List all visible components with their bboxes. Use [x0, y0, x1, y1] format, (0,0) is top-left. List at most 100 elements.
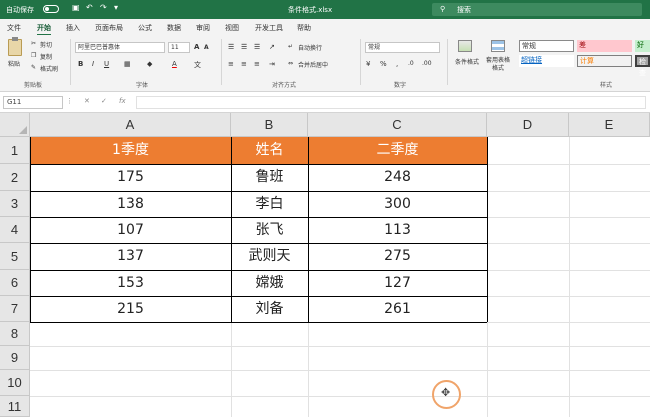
comma-style-icon[interactable]: , — [396, 60, 398, 68]
style-calculation[interactable]: 计算 — [577, 55, 632, 67]
row-header-9[interactable]: 9 — [0, 346, 30, 370]
style-hyperlink[interactable]: 超链接 — [519, 55, 574, 67]
cell-c7[interactable]: 261 — [308, 296, 487, 322]
cell-a2[interactable]: 175 — [30, 164, 231, 191]
cell-a7[interactable]: 215 — [30, 296, 231, 322]
align-top-icon[interactable]: ☰ — [228, 43, 234, 51]
cut-icon[interactable]: ✂ — [31, 40, 36, 47]
tab-review[interactable]: 审阅 — [196, 23, 210, 33]
tab-help[interactable]: 帮助 — [297, 23, 311, 33]
orientation-icon[interactable]: ↗ — [269, 43, 275, 51]
cell-c5[interactable]: 275 — [308, 243, 487, 270]
cell-c4[interactable]: 113 — [308, 217, 487, 243]
tab-home[interactable]: 开始 — [37, 23, 51, 36]
search-box[interactable]: ⚲ 搜索 — [432, 3, 642, 16]
redo-icon[interactable]: ↷ — [100, 3, 107, 12]
style-good[interactable]: 好 — [635, 40, 650, 52]
column-header-a[interactable]: A — [30, 113, 231, 137]
format-as-table-button[interactable]: 套用表格格式 — [484, 57, 512, 73]
format-painter-icon[interactable]: ✎ — [31, 64, 36, 71]
row-header-4[interactable]: 4 — [0, 217, 30, 243]
row-header-11[interactable]: 11 — [0, 396, 30, 417]
tab-file[interactable]: 文件 — [7, 23, 21, 33]
format-painter-button[interactable]: 格式刷 — [40, 64, 58, 73]
font-size-select[interactable]: 11 — [168, 42, 190, 53]
style-normal[interactable]: 常规 — [519, 40, 574, 52]
italic-button[interactable]: I — [92, 60, 94, 68]
cell-b3[interactable]: 李白 — [231, 191, 308, 217]
conditional-format-button[interactable]: 条件格式 — [450, 57, 484, 66]
column-header-c[interactable]: C — [308, 113, 487, 137]
tab-data[interactable]: 数据 — [167, 23, 181, 33]
cell-b5[interactable]: 武则天 — [231, 243, 308, 270]
increase-font-icon[interactable]: A — [194, 43, 199, 51]
row-header-10[interactable]: 10 — [0, 370, 30, 396]
column-header-e[interactable]: E — [569, 113, 650, 137]
decrease-decimal-icon[interactable]: .00 — [422, 60, 432, 67]
align-right-icon[interactable]: ≡ — [254, 60, 260, 68]
conditional-format-icon[interactable] — [458, 40, 472, 52]
select-all-button[interactable] — [0, 113, 30, 137]
row-header-5[interactable]: 5 — [0, 243, 30, 270]
cell-b6[interactable]: 嫦娥 — [231, 270, 308, 296]
customize-icon[interactable]: ▾ — [114, 3, 118, 12]
align-bottom-icon[interactable]: ☰ — [254, 43, 260, 51]
cell-a5[interactable]: 137 — [30, 243, 231, 270]
phonetic-icon[interactable]: 文 — [194, 60, 201, 70]
cancel-icon[interactable]: ✕ — [84, 97, 90, 105]
row-header-8[interactable]: 8 — [0, 322, 30, 346]
tab-formulas[interactable]: 公式 — [138, 23, 152, 33]
style-bad[interactable]: 差 — [577, 40, 632, 52]
indent-icon[interactable]: ⇥ — [269, 60, 275, 68]
cell-c3[interactable]: 300 — [308, 191, 487, 217]
cell-c1[interactable]: 二季度 — [308, 137, 487, 164]
cell-a3[interactable]: 138 — [30, 191, 231, 217]
paste-button-label[interactable]: 粘贴 — [8, 59, 20, 68]
cell-b1[interactable]: 姓名 — [231, 137, 308, 164]
copy-button[interactable]: 复制 — [40, 52, 52, 61]
row-header-3[interactable]: 3 — [0, 191, 30, 217]
number-format-select[interactable]: 常规 — [365, 42, 440, 53]
cell-b2[interactable]: 鲁班 — [231, 164, 308, 191]
percent-icon[interactable]: % — [380, 60, 387, 68]
decrease-font-icon[interactable]: A — [204, 44, 209, 51]
cell-a6[interactable]: 153 — [30, 270, 231, 296]
formula-input[interactable] — [136, 96, 646, 109]
align-center-icon[interactable]: ≡ — [241, 60, 247, 68]
cell-b7[interactable]: 刘备 — [231, 296, 308, 322]
currency-icon[interactable]: ¥ — [366, 60, 370, 68]
cell-c6[interactable]: 127 — [308, 270, 487, 296]
insert-function-icon[interactable]: fx — [119, 97, 126, 105]
underline-button[interactable]: U — [104, 60, 109, 68]
borders-icon[interactable]: ▦ — [124, 60, 131, 68]
wrap-text-button[interactable]: 自动换行 — [298, 43, 322, 52]
wrap-text-icon[interactable]: ↵ — [288, 43, 293, 50]
cell-a4[interactable]: 107 — [30, 217, 231, 243]
save-icon[interactable]: ▣ — [72, 3, 80, 12]
row-header-6[interactable]: 6 — [0, 270, 30, 296]
format-as-table-icon[interactable] — [491, 40, 505, 52]
merge-center-button[interactable]: 合并后居中 — [298, 60, 328, 69]
autosave-toggle[interactable] — [43, 5, 59, 13]
cell-b4[interactable]: 张飞 — [231, 217, 308, 243]
name-box[interactable]: G11 — [3, 96, 63, 109]
enter-icon[interactable]: ✓ — [101, 97, 107, 105]
paste-icon[interactable] — [8, 37, 22, 56]
increase-decimal-icon[interactable]: .0 — [408, 60, 414, 67]
cell-a1[interactable]: 1季度 — [30, 137, 231, 164]
column-header-b[interactable]: B — [231, 113, 308, 137]
cut-button[interactable]: 剪切 — [40, 40, 52, 49]
row-header-2[interactable]: 2 — [0, 164, 30, 191]
align-middle-icon[interactable]: ☰ — [241, 43, 247, 51]
undo-icon[interactable]: ↶ — [86, 3, 93, 12]
copy-icon[interactable]: ❐ — [31, 52, 36, 59]
tab-page-layout[interactable]: 页面布局 — [95, 23, 123, 33]
merge-center-icon[interactable]: ⇔ — [288, 60, 293, 67]
align-left-icon[interactable]: ≡ — [228, 60, 234, 68]
style-check[interactable]: 检查 — [635, 55, 650, 77]
row-header-7[interactable]: 7 — [0, 296, 30, 322]
tab-insert[interactable]: 插入 — [66, 23, 80, 33]
row-header-1[interactable]: 1 — [0, 137, 30, 164]
fill-color-icon[interactable]: ◆ — [147, 60, 152, 68]
column-header-d[interactable]: D — [487, 113, 569, 137]
